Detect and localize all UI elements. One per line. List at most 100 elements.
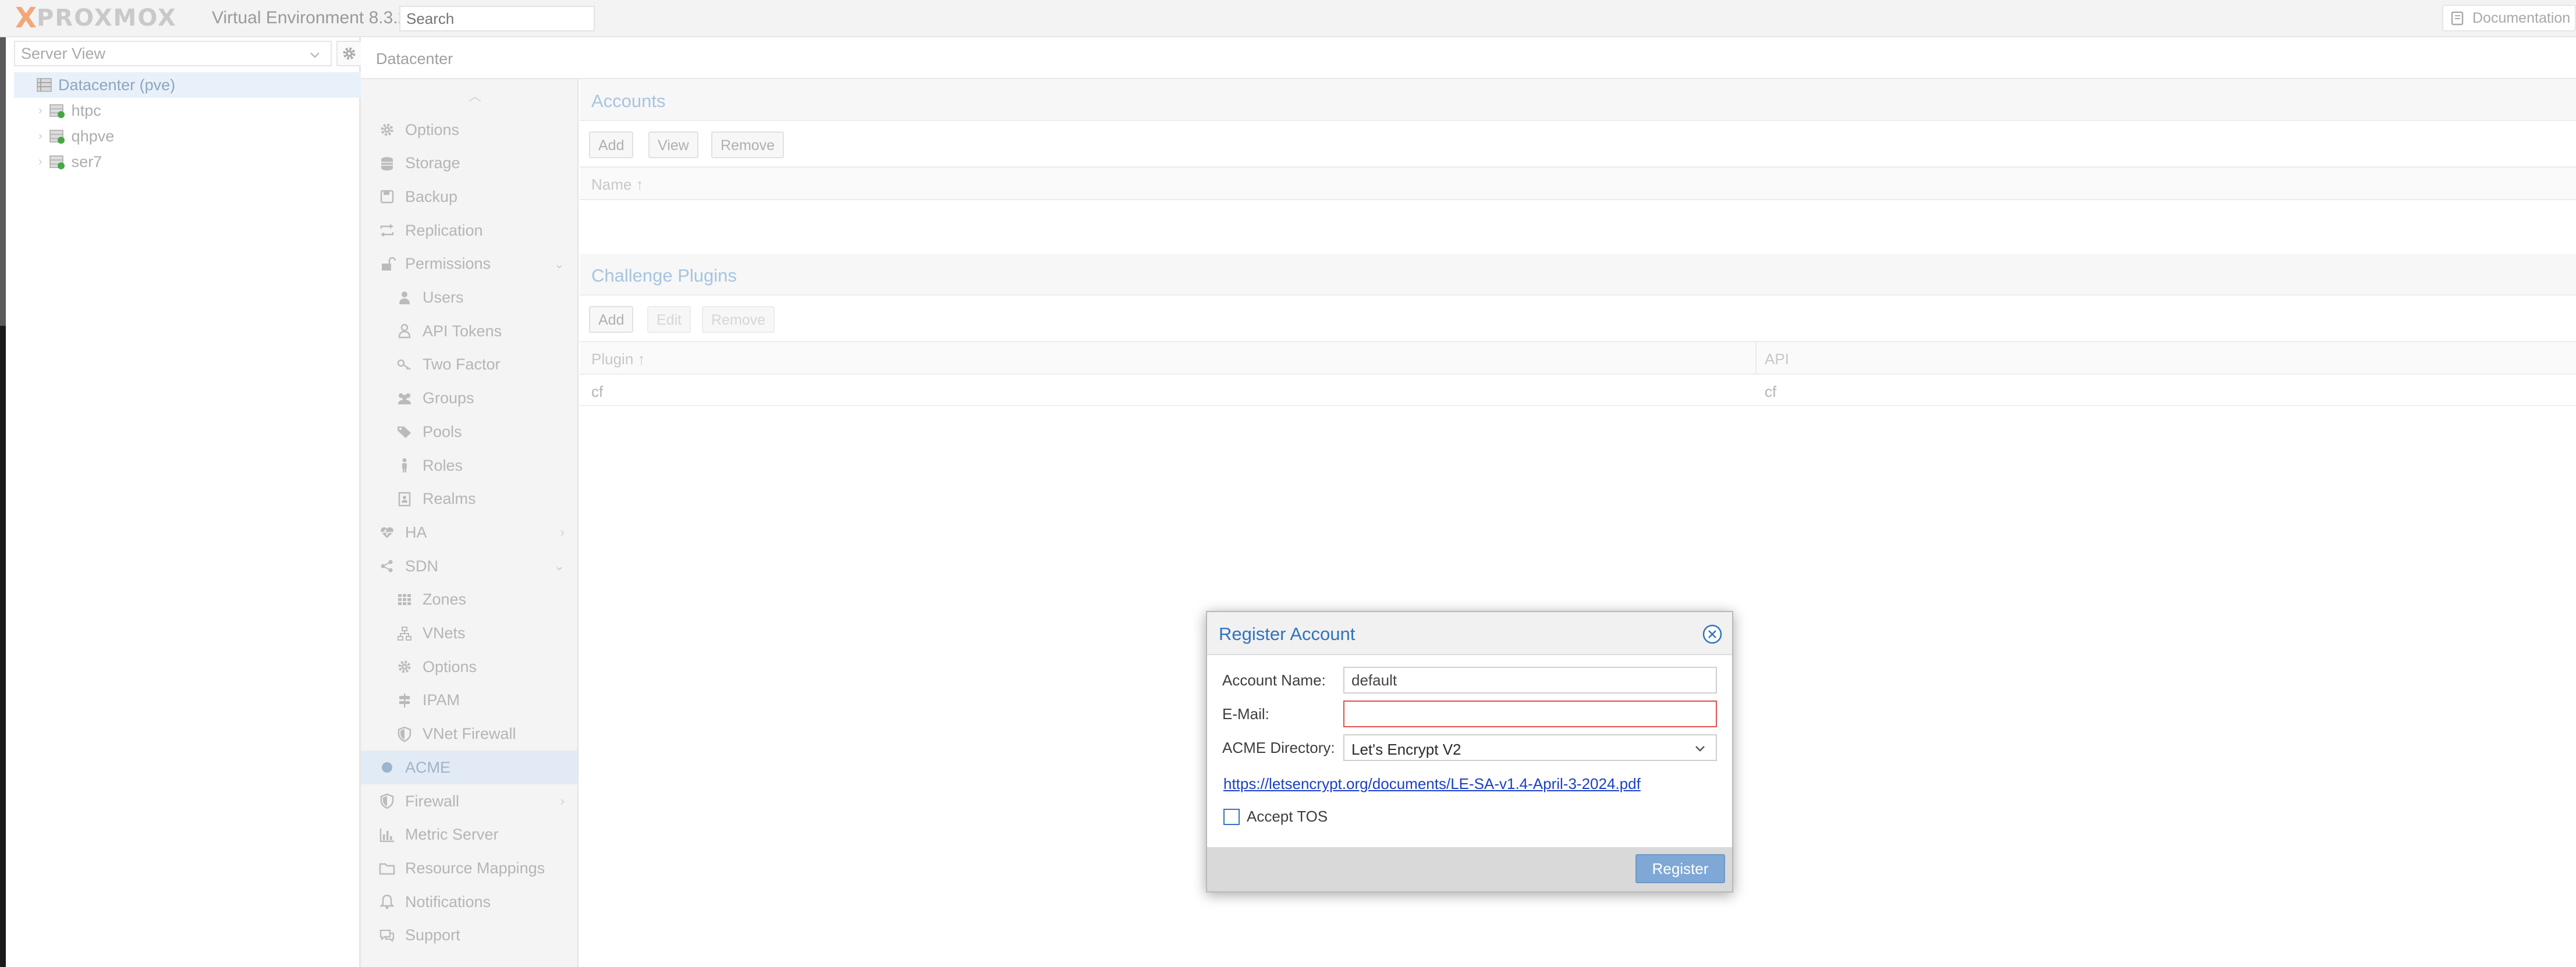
heartbeat-icon bbox=[378, 524, 396, 541]
nav-item-groups[interactable]: Groups bbox=[361, 382, 577, 415]
email-field[interactable] bbox=[1343, 701, 1717, 727]
nav-item-label: Options bbox=[405, 120, 460, 138]
node-online-icon bbox=[48, 153, 66, 170]
gear-icon bbox=[396, 658, 413, 676]
accounts-grid-body bbox=[580, 200, 2576, 253]
nav-item-label: VNet Firewall bbox=[423, 725, 516, 743]
nav-item-ha[interactable]: HA › bbox=[361, 516, 577, 549]
male-icon bbox=[396, 457, 413, 474]
tags-icon bbox=[396, 423, 413, 440]
acme-directory-select[interactable]: Let's Encrypt V2 bbox=[1343, 734, 1717, 761]
nav-item-backup[interactable]: Backup bbox=[361, 180, 577, 214]
proxmox-logo: X PROXMOX bbox=[15, 4, 177, 32]
plugins-title: Challenge Plugins bbox=[591, 265, 737, 286]
server-rack-icon bbox=[35, 76, 52, 94]
accept-tos-checkbox[interactable] bbox=[1223, 808, 1240, 825]
column-header-name[interactable]: Name ↑ bbox=[591, 176, 644, 194]
nav-item-options[interactable]: Options bbox=[361, 650, 577, 684]
nav-item-label: Zones bbox=[423, 591, 467, 609]
window-edge-dark bbox=[0, 326, 6, 967]
nav-item-label: Notifications bbox=[405, 893, 491, 911]
accounts-add-button[interactable]: Add bbox=[589, 131, 634, 158]
gear-icon bbox=[378, 121, 396, 138]
bell-icon bbox=[378, 893, 396, 911]
nav-item-two-factor[interactable]: Two Factor bbox=[361, 348, 577, 382]
nav-item-label: SDN bbox=[405, 557, 439, 575]
tree-settings-button[interactable] bbox=[336, 41, 362, 66]
chevron-down-icon[interactable]: ⌄ bbox=[554, 257, 565, 272]
accounts-remove-button[interactable]: Remove bbox=[711, 131, 785, 158]
nav-item-label: Roles bbox=[423, 456, 463, 474]
nav-item-firewall[interactable]: Firewall › bbox=[361, 784, 577, 818]
nav-item-realms[interactable]: Realms bbox=[361, 482, 577, 516]
dialog-title: Register Account bbox=[1219, 624, 1356, 644]
collapse-arrow-icon[interactable]: ︿ bbox=[469, 86, 481, 105]
tos-link[interactable]: https://letsencrypt.org/documents/LE-SA-… bbox=[1223, 775, 1641, 793]
chevron-right-icon[interactable]: › bbox=[560, 794, 565, 809]
shield-icon bbox=[396, 726, 413, 743]
breadcrumb: Datacenter bbox=[361, 37, 2576, 79]
nav-item-vnet-firewall[interactable]: VNet Firewall bbox=[361, 717, 577, 751]
chevron-down-icon bbox=[306, 47, 324, 64]
retweet-icon bbox=[378, 222, 396, 239]
expand-arrow-icon: › bbox=[38, 155, 42, 168]
nav-item-ipam[interactable]: IPAM bbox=[361, 684, 577, 717]
nav-item-support[interactable]: Support bbox=[361, 919, 577, 952]
accounts-panel-title: Accounts bbox=[580, 79, 2576, 121]
column-header-plugin[interactable]: Plugin ↑ bbox=[591, 350, 645, 368]
column-header-api[interactable]: API bbox=[1765, 350, 1789, 368]
table-row[interactable]: cf cf bbox=[580, 375, 2576, 406]
close-icon[interactable] bbox=[1702, 624, 1723, 645]
tree-item-datacenter[interactable]: Datacenter (pve) bbox=[14, 72, 362, 98]
accept-tos-row[interactable]: Accept TOS bbox=[1223, 808, 1328, 826]
nav-item-replication[interactable]: Replication bbox=[361, 214, 577, 247]
nav-item-options[interactable]: Options bbox=[361, 113, 577, 147]
datacenter-label: Datacenter (pve) bbox=[58, 76, 176, 94]
nav-item-pools[interactable]: Pools bbox=[361, 415, 577, 449]
register-button[interactable]: Register bbox=[1635, 854, 1725, 883]
account-name-field[interactable] bbox=[1343, 667, 1717, 694]
plugins-edit-button[interactable]: Edit bbox=[647, 306, 691, 333]
email-row: E-Mail: bbox=[1222, 701, 1717, 727]
directory-row: ACME Directory: Let's Encrypt V2 bbox=[1222, 734, 1717, 761]
tree-item-node-ser7[interactable]: › ser7 bbox=[38, 149, 102, 175]
shield-icon bbox=[378, 792, 396, 810]
node-label: ser7 bbox=[71, 152, 102, 170]
account-name-label: Account Name: bbox=[1222, 671, 1326, 689]
nav-item-notifications[interactable]: Notifications bbox=[361, 885, 577, 919]
nav-item-label: HA bbox=[405, 523, 427, 541]
nav-item-users[interactable]: Users bbox=[361, 281, 577, 315]
address-book-icon bbox=[396, 490, 413, 508]
nav-item-permissions[interactable]: Permissions ⌄ bbox=[361, 247, 577, 281]
chevron-right-icon[interactable]: › bbox=[560, 525, 565, 540]
nav-item-resource-mappings[interactable]: Resource Mappings bbox=[361, 851, 577, 885]
plugins-panel-title: Challenge Plugins bbox=[580, 254, 2576, 296]
nav-item-acme[interactable]: ACME bbox=[361, 751, 577, 785]
accounts-view-button[interactable]: View bbox=[648, 131, 698, 158]
nav-item-label: Users bbox=[423, 289, 464, 306]
nav-item-label: Permissions bbox=[405, 255, 491, 273]
search-input[interactable] bbox=[399, 6, 595, 31]
nav-item-roles[interactable]: Roles bbox=[361, 449, 577, 482]
tree-item-node-htpc[interactable]: › htpc bbox=[38, 98, 101, 123]
chevron-down-icon[interactable]: ⌄ bbox=[554, 559, 565, 574]
view-selector[interactable]: Server View bbox=[14, 41, 332, 66]
plugins-add-button[interactable]: Add bbox=[589, 306, 634, 333]
nav-item-sdn[interactable]: SDN ⌄ bbox=[361, 549, 577, 583]
nav-item-vnets[interactable]: VNets bbox=[361, 617, 577, 650]
sdn-icon bbox=[378, 557, 396, 575]
plugins-grid-header: Plugin ↑ API bbox=[580, 341, 2576, 375]
nav-item-metric-server[interactable]: Metric Server bbox=[361, 818, 577, 852]
tree-item-node-qhpve[interactable]: › qhpve bbox=[38, 123, 114, 149]
nav-item-storage[interactable]: Storage bbox=[361, 147, 577, 180]
top-bar: X PROXMOX Virtual Environment 8.3.2 Docu… bbox=[0, 0, 2576, 37]
accounts-title: Accounts bbox=[591, 91, 666, 111]
th-icon bbox=[396, 591, 413, 609]
view-selector-value: Server View bbox=[21, 44, 106, 62]
nav-item-label: Support bbox=[405, 926, 460, 944]
nav-item-api-tokens[interactable]: API Tokens bbox=[361, 314, 577, 348]
documentation-button[interactable]: Documentation bbox=[2442, 5, 2576, 31]
plugins-remove-button[interactable]: Remove bbox=[702, 306, 775, 333]
nav-item-zones[interactable]: Zones bbox=[361, 583, 577, 617]
chevron-down-icon bbox=[1691, 740, 1709, 758]
